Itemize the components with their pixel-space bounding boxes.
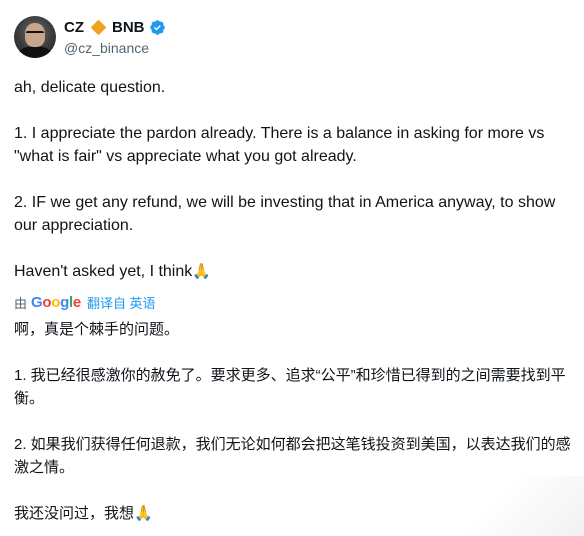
google-logo[interactable]: Google	[31, 294, 81, 311]
tweet-paragraph: 2. IF we get any refund, we will be inve…	[14, 194, 560, 234]
author-handle[interactable]: @cz_binance	[64, 40, 166, 56]
tweet-text: ah, delicate question. 1. I appreciate t…	[14, 76, 574, 283]
translated-by-bar: 由 Google 翻译自 英语	[14, 293, 156, 312]
background-decoration	[434, 476, 584, 536]
author-label[interactable]: BNB	[112, 19, 145, 36]
author-name[interactable]: CZ	[64, 19, 84, 36]
pray-emoji: 🙏	[192, 263, 211, 280]
tweet-paragraph: ah, delicate question.	[14, 79, 166, 96]
avatar[interactable]	[14, 16, 56, 58]
translated-by-prefix: 由	[14, 296, 28, 311]
translation-paragraph: 1. 我已经很感激你的赦免了。要求更多、追求“公平”和珍惜已得到的之间需要找到平…	[14, 367, 566, 407]
tweet-paragraph: 1. I appreciate the pardon already. Ther…	[14, 125, 549, 165]
translation-paragraph: 2. 如果我们获得任何退款，我们无论如何都会把这笔钱投资到美国，以表达我们的感激…	[14, 436, 571, 476]
tweet-paragraph: Haven't asked yet, I think🙏	[14, 260, 574, 283]
author-block: CZ BNB @cz_binance	[64, 17, 166, 56]
diamond-icon	[90, 19, 107, 35]
translation-paragraph: 啊，真是个棘手的问题。	[14, 321, 180, 338]
verified-badge-icon[interactable]	[149, 19, 166, 36]
tweet-header: CZ BNB @cz_binance	[14, 16, 166, 58]
translated-from-link[interactable]: 翻译自 英语	[87, 293, 156, 312]
pray-emoji: 🙏	[134, 505, 153, 522]
